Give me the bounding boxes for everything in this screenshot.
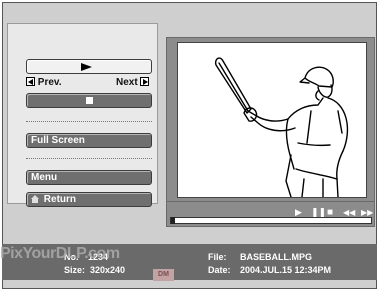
- divider: [26, 158, 152, 159]
- stop-icon[interactable]: ■: [327, 208, 333, 218]
- size-value: 320x240: [90, 265, 126, 275]
- next-label: Next: [116, 77, 138, 88]
- watermark: PixYourDLP.com: [0, 245, 120, 262]
- file-label: File:: [208, 252, 227, 262]
- control-panel: Prev. Next Full Screen Menu Return: [7, 23, 158, 207]
- watermark-badge: DM: [153, 269, 174, 281]
- return-label: Return: [43, 194, 77, 205]
- fullscreen-button[interactable]: Full Screen: [26, 133, 152, 148]
- play-button[interactable]: [26, 59, 152, 74]
- rewind-icon[interactable]: ◀◀: [343, 208, 355, 217]
- prev-label: Prev.: [37, 77, 62, 88]
- playback-controls: ▶ ❚❚ ■ ◀◀ ▶▶: [166, 202, 375, 227]
- pause-icon[interactable]: ❚❚: [311, 208, 326, 217]
- size-label: Size:: [64, 265, 86, 275]
- divider: [26, 121, 152, 122]
- stop-icon: [86, 97, 93, 104]
- play-icon[interactable]: ▶: [295, 208, 302, 217]
- video-panel: [166, 37, 375, 202]
- stop-button[interactable]: [26, 93, 152, 108]
- fast-forward-icon[interactable]: ▶▶: [361, 208, 373, 217]
- home-icon: [31, 195, 39, 203]
- progress-bar[interactable]: [170, 217, 372, 224]
- baseball-player-illustration: [214, 57, 349, 198]
- play-icon: [81, 63, 92, 71]
- return-button[interactable]: Return: [26, 192, 152, 207]
- arrow-right-icon: [140, 77, 150, 86]
- menu-button[interactable]: Menu: [26, 170, 152, 185]
- video-screen[interactable]: [177, 42, 367, 198]
- progress-handle[interactable]: [171, 217, 175, 224]
- file-value: BASEBALL.MPG: [240, 252, 312, 262]
- arrow-left-icon: [26, 77, 35, 86]
- date-label: Date:: [208, 265, 231, 275]
- next-button[interactable]: Next: [116, 77, 150, 88]
- prev-button[interactable]: Prev.: [26, 77, 62, 88]
- date-value: 2004.JUL.15 12:34PM: [240, 265, 332, 275]
